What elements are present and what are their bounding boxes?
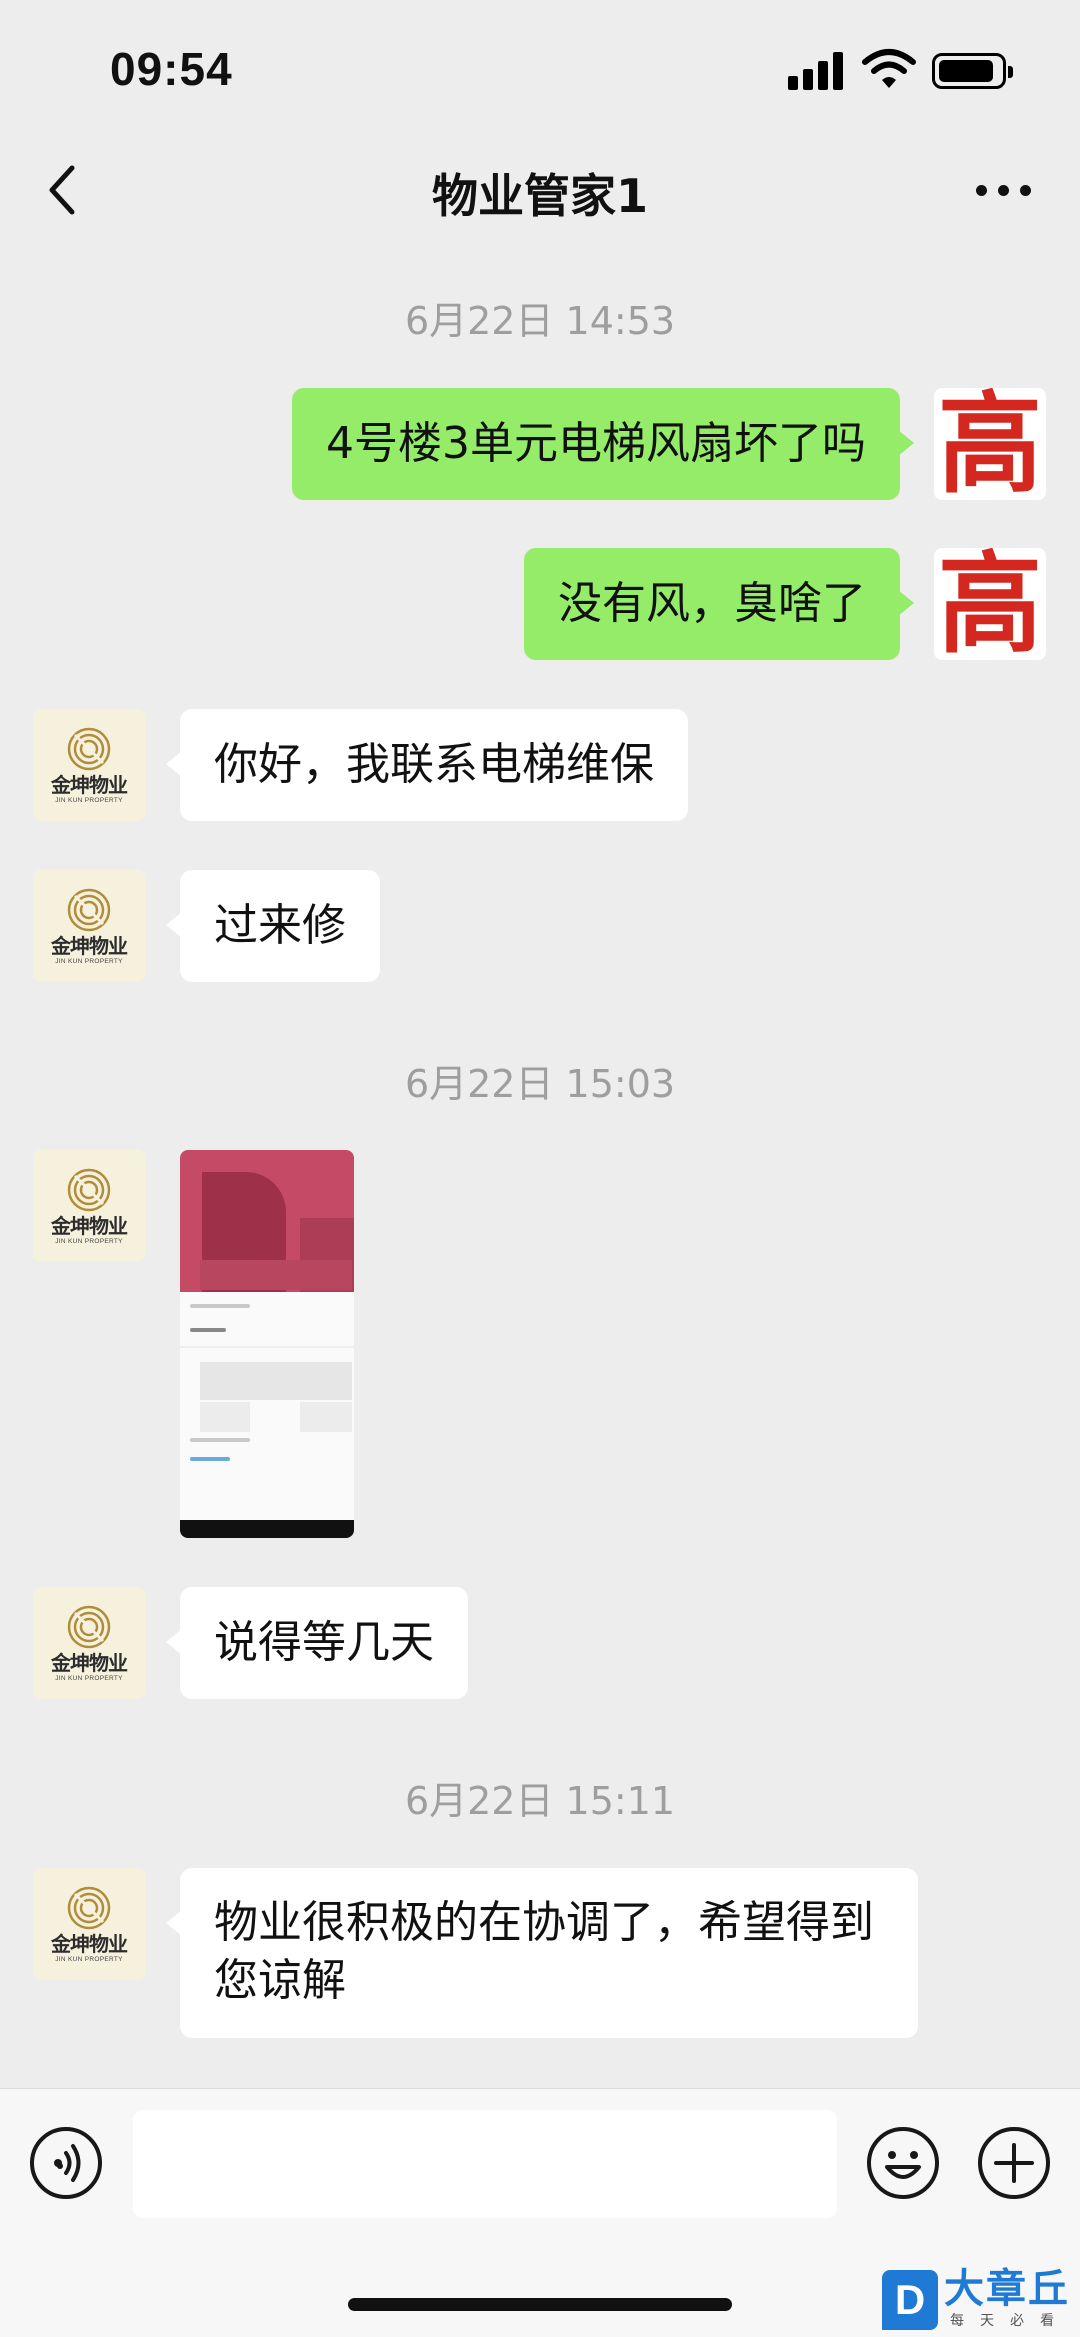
jk-logo-icon — [67, 889, 111, 932]
thumbnail-nav-bar — [180, 1520, 354, 1538]
thumbnail-block — [200, 1402, 250, 1432]
self-avatar[interactable]: 高 — [934, 388, 1046, 500]
incoming-message-bubble[interactable]: 说得等几天 — [166, 1587, 468, 1699]
thumbnail-divider — [180, 1346, 354, 1348]
chat-title: 物业管家1 — [431, 169, 648, 223]
contact-avatar[interactable]: 金坤物业 JIN KUN PROPERTY — [33, 870, 145, 982]
chat-screen: 09:54 物业管家1 6月22日 14:53 4号楼3单元电梯风扇坏了吗 高 … — [0, 0, 1080, 2337]
message-timestamp: 6月22日 15:03 — [404, 1062, 676, 1106]
contact-avatar[interactable]: 金坤物业 JIN KUN PROPERTY — [33, 1150, 145, 1262]
outgoing-message-bubble[interactable]: 没有风，臭啥了 — [524, 548, 914, 660]
cellular-signal-icon — [788, 52, 846, 90]
more-options-icon[interactable] — [974, 180, 1034, 200]
home-indicator[interactable] — [348, 2298, 732, 2311]
watermark-subtitle: 每天必看 — [950, 2313, 1070, 2329]
self-avatar[interactable]: 高 — [934, 548, 1046, 660]
thumbnail-line — [190, 1304, 250, 1308]
more-actions-plus-icon[interactable] — [976, 2125, 1052, 2201]
thumbnail-block — [200, 1362, 352, 1400]
watermark-title: 大章丘 — [944, 2266, 1070, 2312]
watermark: D 大章丘 每天必看 — [880, 2266, 1080, 2337]
thumbnail-line — [190, 1438, 250, 1442]
incoming-message-bubble[interactable]: 你好，我联系电梯维保 — [166, 709, 688, 821]
thumbnail-block — [300, 1402, 352, 1432]
thumbnail-block — [200, 1260, 352, 1290]
contact-avatar[interactable]: 金坤物业 JIN KUN PROPERTY — [33, 1868, 145, 1980]
incoming-message-bubble[interactable]: 过来修 — [166, 870, 380, 982]
watermark-badge: D — [882, 2270, 938, 2330]
jk-logo-icon — [67, 1606, 111, 1649]
thumbnail-line — [190, 1328, 226, 1332]
jk-logo-icon — [67, 728, 111, 771]
status-time: 09:54 — [110, 43, 233, 95]
emoji-icon[interactable] — [865, 2125, 941, 2201]
message-input[interactable] — [133, 2110, 837, 2218]
jk-logo-icon — [67, 1169, 111, 1212]
battery-icon — [932, 53, 1013, 89]
voice-input-icon[interactable] — [28, 2125, 104, 2201]
incoming-message-bubble[interactable]: 物业很积极的在协调了，希望得到您谅解 — [166, 1868, 918, 2038]
outgoing-message-bubble[interactable]: 4号楼3单元电梯风扇坏了吗 — [292, 388, 914, 500]
contact-avatar[interactable]: 金坤物业 JIN KUN PROPERTY — [33, 1587, 145, 1699]
message-timestamp: 6月22日 15:11 — [404, 1779, 676, 1823]
contact-avatar[interactable]: 金坤物业 JIN KUN PROPERTY — [33, 709, 145, 821]
jk-logo-icon — [67, 1887, 111, 1930]
wifi-icon — [862, 49, 916, 88]
thumbnail-link-line — [190, 1457, 230, 1461]
message-timestamp: 6月22日 14:53 — [404, 299, 676, 343]
image-message-thumbnail[interactable] — [180, 1150, 354, 1538]
